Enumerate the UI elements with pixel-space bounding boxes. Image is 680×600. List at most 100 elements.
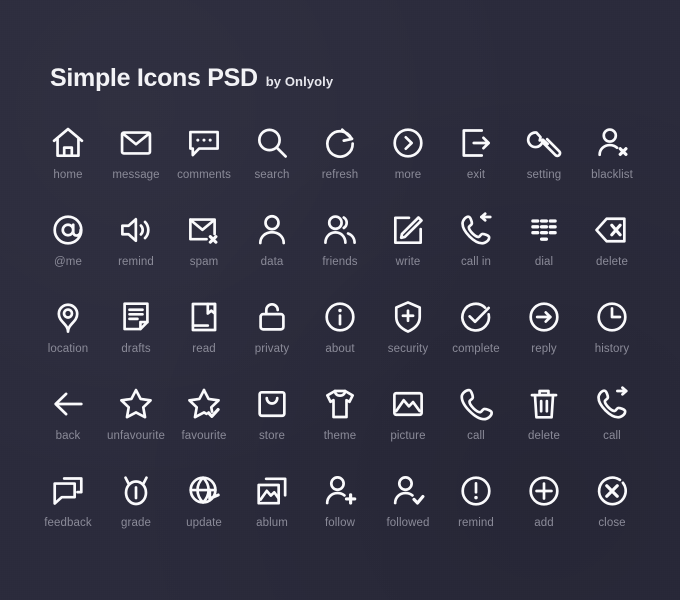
- icon-cell-spam[interactable]: spam: [170, 207, 238, 294]
- icon-cell-setting[interactable]: setting: [510, 120, 578, 207]
- two-people-icon: [318, 207, 362, 253]
- icon-cell-follow[interactable]: follow: [306, 468, 374, 555]
- magnifier-icon: [250, 120, 294, 166]
- icon-cell-store[interactable]: store: [238, 381, 306, 468]
- icon-label: call in: [460, 256, 492, 268]
- icon-set-poster: Simple Icons PSD by Onlyoly home message c…: [0, 0, 680, 600]
- icon-label: back: [55, 430, 81, 442]
- icon-label: about: [325, 343, 355, 355]
- icon-cell-delete[interactable]: delete: [578, 207, 646, 294]
- author-byline: by Onlyoly: [265, 74, 334, 89]
- icon-cell-ablum[interactable]: ablum: [238, 468, 306, 555]
- icon-label: search: [254, 169, 290, 181]
- icon-cell-close[interactable]: close: [578, 468, 646, 555]
- icon-cell-reply[interactable]: reply: [510, 294, 578, 381]
- icon-label: more: [394, 169, 422, 181]
- circle-info-icon: [318, 294, 362, 340]
- circle-exclamation-icon: [454, 468, 498, 514]
- icon-cell-about[interactable]: about: [306, 294, 374, 381]
- speech-bubble-dots-icon: [182, 120, 226, 166]
- icon-label: message: [112, 169, 160, 181]
- icon-label: history: [594, 343, 630, 355]
- icon-label: picture: [390, 430, 426, 442]
- pencil-square-icon: [386, 207, 430, 253]
- photo-stack-icon: [250, 468, 294, 514]
- icon-label: add: [534, 517, 554, 529]
- globe-refresh-icon: [182, 468, 226, 514]
- icon-label: dial: [534, 256, 554, 268]
- icon-cell-privaty[interactable]: privaty: [238, 294, 306, 381]
- icon-label: update: [186, 517, 222, 529]
- icon-cell-picture[interactable]: picture: [374, 381, 442, 468]
- icon-cell-read[interactable]: read: [170, 294, 238, 381]
- icon-cell-exit[interactable]: exit: [442, 120, 510, 207]
- icon-cell-add[interactable]: add: [510, 468, 578, 555]
- icon-cell-remind[interactable]: remind: [102, 207, 170, 294]
- icon-label: theme: [323, 430, 357, 442]
- icon-grid: home message comments search refresh more exit…: [34, 120, 646, 555]
- icon-cell-update[interactable]: update: [170, 468, 238, 555]
- star-check-icon: [182, 381, 226, 427]
- circle-chevron-right-icon: [386, 120, 430, 166]
- icon-label: store: [258, 430, 286, 442]
- icon-cell-feedback[interactable]: feedback: [34, 468, 102, 555]
- circle-x-icon: [590, 468, 634, 514]
- icon-label: followed: [386, 517, 430, 529]
- star-outline-icon: [114, 381, 158, 427]
- icon-label: favourite: [181, 430, 227, 442]
- medal-icon: [114, 468, 158, 514]
- keypad-icon: [522, 207, 566, 253]
- phone-incoming-icon: [454, 207, 498, 253]
- icon-cell-call[interactable]: call: [442, 381, 510, 468]
- icon-cell-complete[interactable]: complete: [442, 294, 510, 381]
- icon-cell-refresh[interactable]: refresh: [306, 120, 374, 207]
- poster-header: Simple Icons PSD by Onlyoly: [50, 64, 333, 93]
- clock-icon: [590, 294, 634, 340]
- icon-cell-delete[interactable]: delete: [510, 381, 578, 468]
- icon-cell-theme[interactable]: theme: [306, 381, 374, 468]
- icon-cell-more[interactable]: more: [374, 120, 442, 207]
- icon-label: spam: [189, 256, 219, 268]
- icon-cell-history[interactable]: history: [578, 294, 646, 381]
- icon-label: unfavourite: [107, 430, 165, 442]
- icon-label: blacklist: [591, 169, 633, 181]
- icon-cell-friends[interactable]: friends: [306, 207, 374, 294]
- shield-plus-icon: [386, 294, 430, 340]
- icon-cell-drafts[interactable]: drafts: [102, 294, 170, 381]
- icon-cell-back[interactable]: back: [34, 381, 102, 468]
- document-lines-icon: [114, 294, 158, 340]
- icon-label: reply: [531, 343, 557, 355]
- icon-cell-blacklist[interactable]: blacklist: [578, 120, 646, 207]
- person-check-icon: [386, 468, 430, 514]
- icon-cell-call[interactable]: call: [578, 381, 646, 468]
- icon-cell-security[interactable]: security: [374, 294, 442, 381]
- icon-cell-grade[interactable]: grade: [102, 468, 170, 555]
- shopping-bag-icon: [250, 381, 294, 427]
- icon-cell-search[interactable]: search: [238, 120, 306, 207]
- icon-cell--me[interactable]: @me: [34, 207, 102, 294]
- icon-label: follow: [324, 517, 355, 529]
- icon-label: write: [395, 256, 421, 268]
- icon-cell-remind[interactable]: remind: [442, 468, 510, 555]
- icon-cell-unfavourite[interactable]: unfavourite: [102, 381, 170, 468]
- icon-cell-call-in[interactable]: call in: [442, 207, 510, 294]
- book-bookmark-icon: [182, 294, 226, 340]
- photo-icon: [386, 381, 430, 427]
- icon-cell-followed[interactable]: followed: [374, 468, 442, 555]
- icon-cell-comments[interactable]: comments: [170, 120, 238, 207]
- icon-cell-message[interactable]: message: [102, 120, 170, 207]
- icon-cell-dial[interactable]: dial: [510, 207, 578, 294]
- icon-label: close: [598, 517, 626, 529]
- icon-cell-data[interactable]: data: [238, 207, 306, 294]
- icon-label: delete: [528, 430, 560, 442]
- speaker-icon: [114, 207, 158, 253]
- icon-label: remind: [118, 256, 154, 268]
- icon-cell-location[interactable]: location: [34, 294, 102, 381]
- trash-can-icon: [522, 381, 566, 427]
- icon-label: exit: [466, 169, 486, 181]
- icon-cell-favourite[interactable]: favourite: [170, 381, 238, 468]
- icon-label: delete: [596, 256, 628, 268]
- icon-cell-home[interactable]: home: [34, 120, 102, 207]
- icon-label: home: [53, 169, 83, 181]
- icon-cell-write[interactable]: write: [374, 207, 442, 294]
